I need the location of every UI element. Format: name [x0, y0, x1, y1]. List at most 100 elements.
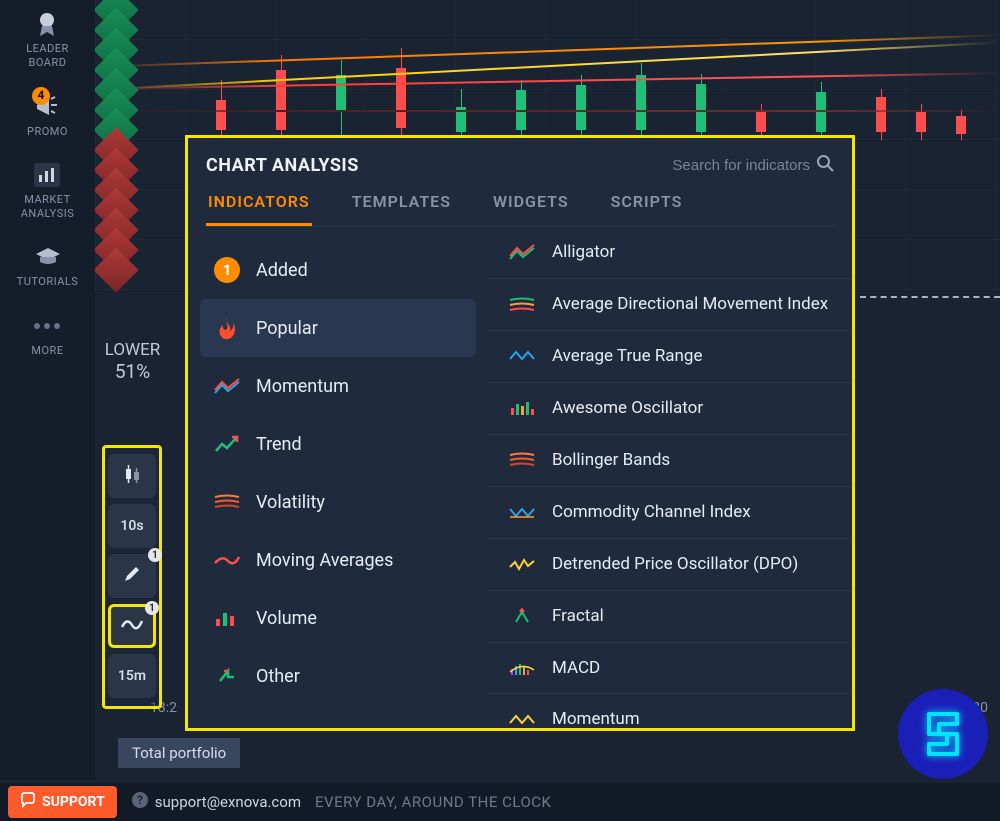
indicator-label: Fractal: [552, 605, 604, 628]
nav-tutorials[interactable]: TUTORIALS: [17, 243, 79, 289]
sentiment-label: LOWER: [95, 340, 170, 360]
indicator-item[interactable]: MACD: [488, 643, 852, 695]
chart-analysis-panel: CHART ANALYSIS INDICATORS TEMPLATES WIDG…: [185, 135, 855, 731]
nav-leaderboard[interactable]: LEADER BOARD: [26, 10, 69, 71]
nav-more[interactable]: MORE: [31, 312, 63, 358]
support-button[interactable]: SUPPORT: [8, 786, 117, 818]
category-label: Volume: [256, 608, 317, 629]
footer-tagline: EVERY DAY, AROUND THE CLOCK: [315, 793, 551, 811]
candlestick-icon: [121, 463, 143, 489]
indicator-item[interactable]: Fractal: [488, 591, 852, 643]
search-icon: [816, 154, 834, 176]
indicator-item[interactable]: Detrended Price Oscillator (DPO): [488, 539, 852, 591]
category-popular[interactable]: Popular: [200, 299, 476, 357]
search-input[interactable]: [650, 157, 810, 174]
nav-label: MORE: [31, 344, 63, 358]
atr-icon: [508, 346, 536, 366]
category-label: Moving Averages: [256, 550, 393, 571]
nav-label: MARKET ANALYSIS: [21, 193, 75, 222]
category-label: Volatility: [256, 492, 325, 513]
nav-label: LEADER BOARD: [26, 42, 69, 71]
chart-line: [100, 110, 1000, 112]
support-email[interactable]: ? support@exnova.com: [131, 791, 301, 813]
volatility-bands-icon: [214, 489, 240, 515]
tab-scripts[interactable]: SCRIPTS: [609, 184, 685, 226]
indicator-item[interactable]: Commodity Channel Index: [488, 487, 852, 539]
nav-label: TUTORIALS: [17, 275, 79, 289]
macd-icon: [508, 658, 536, 678]
category-added[interactable]: 1 Added: [200, 241, 476, 299]
footer: SUPPORT ? support@exnova.com EVERY DAY, …: [0, 783, 1000, 821]
indicator-item[interactable]: Momentum: [488, 694, 852, 728]
bar-diamond-strip: [100, 0, 132, 280]
indicator-item[interactable]: Average Directional Movement Index: [488, 279, 852, 331]
panel-header: CHART ANALYSIS INDICATORS TEMPLATES WIDG…: [188, 138, 852, 227]
category-moving-averages[interactable]: Moving Averages: [200, 531, 476, 589]
category-list: 1 Added Popular Momentum Trend: [188, 227, 488, 728]
volume-bars-icon: [214, 605, 240, 631]
brand-logo-icon: [915, 706, 971, 762]
chart-tools-column: 10s 15m: [102, 445, 162, 709]
wave-red-icon: [214, 547, 240, 573]
category-other[interactable]: Other: [200, 647, 476, 705]
draw-tool-button[interactable]: [108, 554, 156, 598]
indicators-tool-button[interactable]: [108, 604, 156, 648]
indicator-label: Detrended Price Oscillator (DPO): [552, 553, 798, 576]
indicator-item[interactable]: Awesome Oscillator: [488, 383, 852, 435]
indicator-item[interactable]: Alligator: [488, 227, 852, 279]
tab-indicators[interactable]: INDICATORS: [206, 184, 312, 226]
bollinger-icon: [508, 450, 536, 470]
momentum-wave-icon: [508, 710, 536, 728]
question-icon: ?: [131, 791, 149, 813]
left-nav: LEADER BOARD 4 PROMO MARKET ANALYSIS TUT…: [0, 0, 95, 780]
brand-logo-chip[interactable]: [898, 689, 988, 779]
momentum-lines-icon: [214, 373, 240, 399]
pencil-icon: [122, 564, 142, 588]
dpo-icon: [508, 554, 536, 574]
chat-icon: [20, 792, 36, 812]
category-label: Other: [256, 666, 300, 687]
category-momentum[interactable]: Momentum: [200, 357, 476, 415]
wave-icon: [120, 615, 144, 637]
category-label: Trend: [256, 434, 302, 455]
more-dots-icon: [33, 312, 61, 340]
medal-icon: [33, 10, 61, 38]
indicator-label: Bollinger Bands: [552, 449, 670, 472]
nav-promo[interactable]: 4 PROMO: [27, 93, 68, 139]
promo-badge: 4: [32, 87, 50, 105]
price-level-line: [860, 296, 1000, 298]
other-arrow-icon: [214, 663, 240, 689]
indicator-label: Alligator: [552, 241, 615, 264]
panel-tabs: INDICATORS TEMPLATES WIDGETS SCRIPTS: [206, 184, 834, 227]
alligator-icon: [508, 242, 536, 262]
support-label: SUPPORT: [42, 794, 105, 810]
trend-up-icon: [214, 431, 240, 457]
category-volatility[interactable]: Volatility: [200, 473, 476, 531]
added-count-badge: 1: [214, 257, 240, 283]
indicator-label: Momentum: [552, 708, 640, 728]
category-volume[interactable]: Volume: [200, 589, 476, 647]
category-trend[interactable]: Trend: [200, 415, 476, 473]
category-label: Momentum: [256, 376, 349, 397]
category-label: Added: [256, 260, 308, 281]
indicator-item[interactable]: Bollinger Bands: [488, 435, 852, 487]
indicator-label: Average True Range: [552, 345, 703, 368]
sentiment-percent: 51%: [95, 360, 170, 383]
tab-templates[interactable]: TEMPLATES: [350, 184, 453, 226]
indicator-label: Average Directional Movement Index: [552, 293, 828, 316]
email-text: support@exnova.com: [155, 793, 301, 811]
bar-chart-icon: [33, 161, 61, 189]
interval-short-button[interactable]: 10s: [108, 504, 156, 548]
graduation-cap-icon: [34, 243, 62, 271]
fractal-icon: [508, 606, 536, 626]
nav-label: PROMO: [27, 125, 68, 139]
panel-body: 1 Added Popular Momentum Trend: [188, 227, 852, 728]
indicator-item[interactable]: Average True Range: [488, 331, 852, 383]
nav-market-analysis[interactable]: MARKET ANALYSIS: [21, 161, 75, 222]
tab-widgets[interactable]: WIDGETS: [491, 184, 571, 226]
indicator-search[interactable]: [650, 154, 834, 176]
indicator-label: Commodity Channel Index: [552, 501, 751, 524]
chart-type-button[interactable]: [108, 454, 156, 498]
interval-long-button[interactable]: 15m: [108, 654, 156, 698]
total-portfolio-bar[interactable]: Total portfolio: [118, 738, 240, 768]
